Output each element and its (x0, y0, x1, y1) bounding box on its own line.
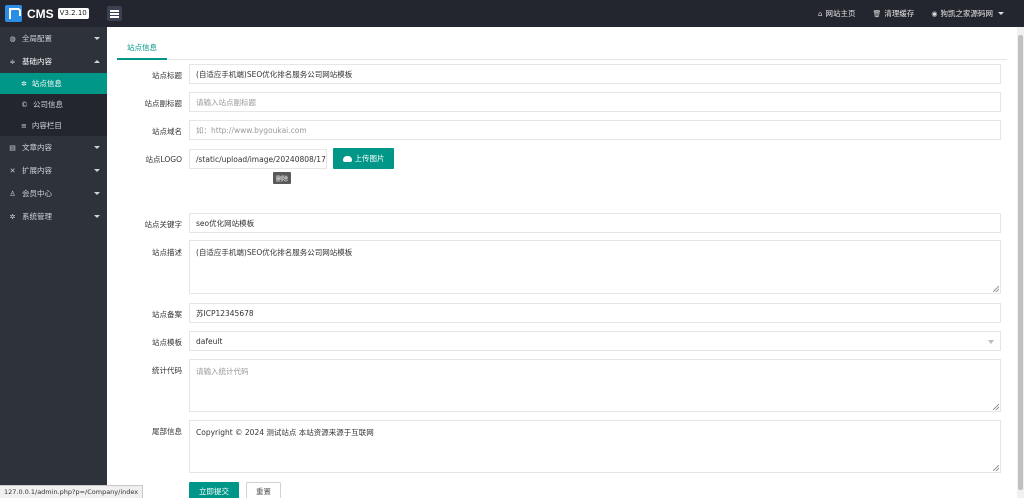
resize-handle-icon[interactable] (993, 286, 999, 292)
menu-toggle-button[interactable] (107, 6, 122, 21)
header-links: ⌂ 网站主页 🗑 清理缓存 ◉ 狗凯之家源码网 (818, 0, 1004, 27)
main-content: 站点信息 站点标题 (自适应手机端)SEO优化排名服务公司网站模板 站点副标题 … (107, 27, 1017, 498)
copyright-icon: © (21, 100, 28, 109)
reset-button[interactable]: 重置 (246, 482, 281, 498)
caret-up-icon (94, 60, 100, 63)
site-title-label: 站点标题 (152, 71, 182, 80)
list-icon: ≡ (21, 121, 27, 130)
logo-icon (5, 5, 22, 22)
stats-code-placeholder: 请输入统计代码 (196, 367, 249, 376)
site-keywords-input[interactable]: seo优化网站模板 (189, 213, 1001, 233)
upload-image-label: 上传图片 (354, 154, 385, 163)
chevron-down-icon (988, 340, 994, 344)
sidebar-item-label: 系统管理 (22, 212, 52, 221)
site-description-value: (自适应手机端)SEO优化排名服务公司网站模板 (196, 248, 353, 257)
sidebar-submenu: ✲ 站点信息 © 公司信息 ≡ 内容栏目 (0, 73, 107, 136)
sidebar-item-members[interactable]: ♙ 会员中心 (0, 182, 107, 205)
app-logo[interactable]: CMS V3.2.10 (5, 5, 89, 22)
status-bar-url: 127.0.0.1/admin.php?p=/Company/index (0, 485, 144, 498)
sidebar-subitem-label: 公司信息 (33, 100, 63, 109)
site-icp-input[interactable]: 苏ICP12345678 (189, 303, 1001, 323)
delete-logo-button[interactable]: 删除 (273, 172, 291, 184)
site-title-input[interactable]: (自适应手机端)SEO优化排名服务公司网站模板 (189, 64, 1001, 84)
upload-image-button[interactable]: 上传图片 (333, 148, 394, 169)
stats-code-label: 统计代码 (152, 366, 182, 375)
sidebar-item-extensions[interactable]: ✕ 扩展内容 (0, 159, 107, 182)
resize-handle-icon[interactable] (993, 404, 999, 410)
cloud-upload-icon (342, 155, 352, 162)
site-icp-label: 站点备案 (152, 310, 182, 319)
sidebar-item-articles[interactable]: ▤ 文章内容 (0, 136, 107, 159)
gear-icon: ✲ (21, 79, 27, 88)
top-header: CMS V3.2.10 ⌂ 网站主页 🗑 清理缓存 ◉ 狗凯之家源码网 (0, 0, 1024, 27)
sidebar: ◍ 全局配置 ≑ 基础内容 ✲ 站点信息 © 公司信息 ≡ 内容栏目 ▤ 文章内… (0, 27, 107, 498)
user-menu[interactable]: ◉ 狗凯之家源码网 (931, 8, 1004, 19)
sidebar-item-label: 基础内容 (22, 57, 52, 66)
user-icon: ♙ (9, 189, 16, 198)
caret-down-icon (94, 192, 100, 195)
sidebar-subitem-content-columns[interactable]: ≡ 内容栏目 (0, 115, 107, 136)
site-domain-label: 站点域名 (152, 127, 182, 136)
sidebar-item-global-config[interactable]: ◍ 全局配置 (0, 27, 107, 50)
site-template-value: dafeult (196, 336, 223, 346)
user-menu-label: 狗凯之家源码网 (940, 9, 994, 18)
resize-handle-icon[interactable] (993, 465, 999, 471)
tab-site-info[interactable]: 站点信息 (117, 36, 167, 60)
app-name: CMS (27, 6, 54, 21)
footer-info-value: Copyright © 2024 测试站点 本站资源来源于互联网 (196, 428, 374, 437)
site-description-textarea[interactable]: (自适应手机端)SEO优化排名服务公司网站模板 (189, 240, 1001, 294)
site-keywords-label: 站点关键字 (144, 220, 183, 229)
caret-down-icon (94, 215, 100, 218)
sidebar-subitem-site-info[interactable]: ✲ 站点信息 (0, 73, 107, 94)
home-icon: ⌂ (818, 9, 823, 18)
tab-bar: 站点信息 (117, 36, 1007, 60)
sidebar-item-system[interactable]: ✲ 系统管理 (0, 205, 107, 228)
page-scrollbar[interactable] (1017, 27, 1024, 498)
document-icon: ▤ (9, 143, 16, 152)
caret-down-icon (94, 37, 100, 40)
site-template-select[interactable]: dafeult (189, 331, 1001, 351)
version-badge: V3.2.10 (57, 8, 89, 19)
gear-icon: ✲ (9, 212, 16, 221)
footer-info-textarea[interactable]: Copyright © 2024 测试站点 本站资源来源于互联网 (189, 420, 1001, 473)
site-subtitle-label: 站点副标题 (144, 99, 183, 108)
site-home-label: 网站主页 (825, 9, 856, 18)
caret-down-icon (94, 146, 100, 149)
expand-icon: ✕ (9, 166, 16, 175)
globe-icon: ◍ (9, 34, 16, 43)
sidebar-subitem-label: 内容栏目 (31, 121, 62, 130)
sidebar-item-label: 会员中心 (22, 189, 52, 198)
site-logo-label: 站点LOGO (145, 155, 182, 164)
site-domain-input[interactable]: 如：http://www.bygoukai.com (189, 120, 1001, 140)
sidebar-subitem-label: 站点信息 (31, 79, 62, 88)
scrollbar-thumb[interactable] (1018, 35, 1023, 490)
stats-code-textarea[interactable]: 请输入统计代码 (189, 359, 1001, 412)
site-description-label: 站点描述 (152, 248, 182, 257)
sidebar-subitem-company-info[interactable]: © 公司信息 (0, 94, 107, 115)
sidebar-item-basic-content[interactable]: ≑ 基础内容 (0, 50, 107, 73)
site-home-link[interactable]: ⌂ 网站主页 (818, 8, 855, 19)
submit-button[interactable]: 立即提交 (189, 482, 239, 498)
site-subtitle-input[interactable]: 请输入站点副标题 (189, 92, 1001, 112)
user-icon: ◉ (931, 9, 938, 18)
clear-cache-label: 清理缓存 (884, 9, 915, 18)
footer-info-label: 尾部信息 (152, 427, 182, 436)
caret-down-icon (94, 169, 100, 172)
sidebar-item-label: 扩展内容 (22, 166, 52, 175)
sidebar-item-label: 文章内容 (22, 143, 52, 152)
caret-down-icon (998, 12, 1004, 15)
clear-cache-link[interactable]: 🗑 清理缓存 (873, 8, 915, 19)
sliders-icon: ≑ (9, 57, 16, 66)
site-logo-input[interactable]: /static/upload/image/20240808/1723101 (189, 149, 327, 169)
site-template-label: 站点模板 (152, 338, 182, 347)
sidebar-item-label: 全局配置 (22, 34, 52, 43)
trash-icon: 🗑 (872, 9, 882, 18)
